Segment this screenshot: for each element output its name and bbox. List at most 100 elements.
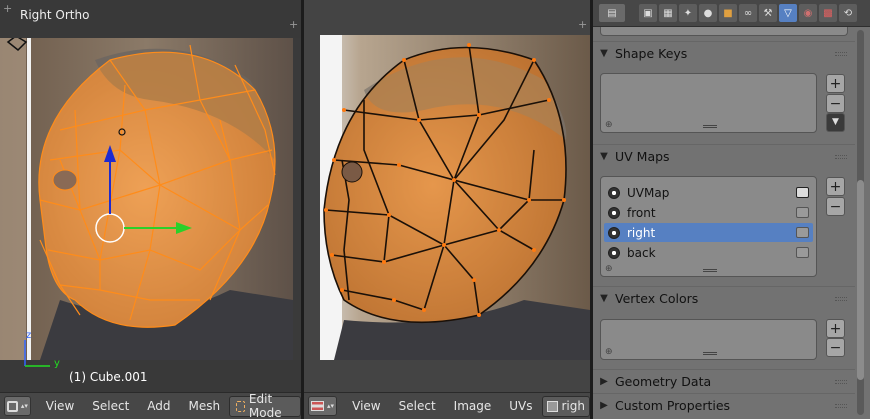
active-render-camera-icon[interactable] <box>796 247 809 258</box>
panel-drag-handle[interactable] <box>835 404 847 408</box>
remove-shape-key-button[interactable]: − <box>826 94 845 113</box>
menu-image[interactable]: Image <box>445 399 501 413</box>
panel-drag-handle[interactable] <box>835 380 847 384</box>
uv-map-icon <box>608 226 620 239</box>
active-render-camera-icon[interactable] <box>796 207 809 218</box>
properties-scrollbar-thumb[interactable] <box>857 180 864 380</box>
list-filter-icon[interactable]: ⊕ <box>605 120 613 130</box>
scene-icon[interactable]: ✦ <box>679 4 697 22</box>
shape-key-specials-button[interactable]: ▼ <box>826 113 845 132</box>
shape-keys-list[interactable]: ⊕ <box>600 73 817 133</box>
uv-map-name: right <box>627 225 656 240</box>
uv-maps-panel-header[interactable]: ▼ UV Maps <box>593 144 855 168</box>
uv-editor-header: ▴▾ View Select Image UVs righ <box>304 392 590 419</box>
uv-map-icon <box>608 186 620 199</box>
image-editor-icon <box>311 401 325 411</box>
axis-z-label: z <box>26 330 32 341</box>
region-corner-icon[interactable]: + <box>578 18 587 31</box>
list-filter-icon[interactable]: ⊕ <box>605 347 613 357</box>
uv-map-field: righ <box>561 399 586 413</box>
uv-map-item[interactable]: front <box>604 203 813 222</box>
collapse-triangle-icon: ▶ <box>600 376 608 387</box>
menu-select[interactable]: Select <box>83 399 138 413</box>
blender-window: { "viewport3d": { "title": "Right Ortho"… <box>0 0 870 419</box>
menu-select[interactable]: Select <box>390 399 445 413</box>
uv-maps-title: UV Maps <box>615 149 670 164</box>
add-vertex-color-button[interactable]: + <box>826 319 845 338</box>
uv-image-editor[interactable]: + <box>304 0 590 392</box>
add-uv-map-button[interactable]: + <box>826 177 845 196</box>
menu-view[interactable]: View <box>37 399 83 413</box>
uv-maps-list[interactable]: UVMap front right back ⊕ <box>600 176 817 277</box>
material-icon[interactable]: ◉ <box>799 4 817 22</box>
menu-view[interactable]: View <box>343 399 389 413</box>
uv-map-icon <box>608 206 620 219</box>
uv-map-icon <box>608 246 620 259</box>
menu-uvs[interactable]: UVs <box>500 399 541 413</box>
editor-type-selector[interactable]: ▴▾ <box>308 396 338 416</box>
menu-add[interactable]: Add <box>138 399 179 413</box>
mode-selector[interactable]: Edit Mode <box>229 392 301 419</box>
edit-mode-icon <box>236 400 245 412</box>
region-corner-icon[interactable]: + <box>289 18 298 31</box>
add-shape-key-button[interactable]: + <box>826 74 845 93</box>
cube-icon <box>6 400 18 412</box>
object-icon[interactable]: ■ <box>719 4 737 22</box>
render-layers-icon[interactable]: ▦ <box>659 4 677 22</box>
texture-icon[interactable]: ▩ <box>819 4 837 22</box>
geometry-data-title: Geometry Data <box>615 374 712 389</box>
constraints-icon[interactable]: ∞ <box>739 4 757 22</box>
uv-map-item[interactable]: right <box>604 223 813 242</box>
chevron-updown-icon: ▴▾ <box>20 402 28 410</box>
properties-header: ▤ ▣ ▦ ✦ ● ■ ∞ ⚒ ▽ ◉ ▩ ⟲ <box>593 0 870 27</box>
list-resize-grip[interactable] <box>703 125 717 128</box>
active-object-label: (1) Cube.001 <box>69 370 148 384</box>
list-resize-grip[interactable] <box>703 352 717 355</box>
vertex-colors-title: Vertex Colors <box>615 291 699 306</box>
custom-properties-panel-header[interactable]: ▶ Custom Properties <box>593 393 855 417</box>
shape-keys-panel-header[interactable]: ▼ Shape Keys <box>593 41 855 65</box>
collapse-triangle-icon: ▶ <box>600 400 608 411</box>
remove-vertex-color-button[interactable]: − <box>826 338 845 357</box>
3d-viewport[interactable]: Right Ortho + + z y (1) Cube.001 <box>0 0 301 392</box>
expand-triangle-icon: ▼ <box>600 293 608 304</box>
uv-editor-canvas <box>304 35 590 392</box>
panel-drag-handle[interactable] <box>835 52 847 56</box>
vertex-colors-panel-header[interactable]: ▼ Vertex Colors <box>593 286 855 310</box>
physics-icon[interactable]: ⟲ <box>839 4 857 22</box>
editor-type-selector[interactable]: ▤ <box>599 4 625 22</box>
uv-map-item[interactable]: back <box>604 243 813 262</box>
3d-viewport-header: ▴▾ View Select Add Mesh Edit Mode <box>0 392 301 419</box>
editor-type-selector[interactable]: ▴▾ <box>4 396 31 416</box>
render-icon[interactable]: ▣ <box>639 4 657 22</box>
list-resize-grip[interactable] <box>703 269 717 272</box>
uv-map-item[interactable]: UVMap <box>604 183 813 202</box>
panel-drag-handle[interactable] <box>835 297 847 301</box>
vertex-colors-list[interactable]: ⊕ <box>600 319 817 360</box>
panel-drag-handle[interactable] <box>835 155 847 159</box>
geometry-data-panel-header[interactable]: ▶ Geometry Data <box>593 369 855 393</box>
menu-mesh[interactable]: Mesh <box>180 399 230 413</box>
mode-label: Edit Mode <box>248 392 282 419</box>
modifiers-icon[interactable]: ⚒ <box>759 4 777 22</box>
viewport-scene <box>0 0 301 367</box>
expand-triangle-icon: ▼ <box>600 151 608 162</box>
uv-map-icon <box>546 400 558 412</box>
properties-editor: ▤ ▣ ▦ ✦ ● ■ ∞ ⚒ ▽ ◉ ▩ ⟲ ▼ Shape Keys ⊕ +… <box>593 0 870 419</box>
data-icon[interactable]: ▽ <box>779 4 797 22</box>
remove-uv-map-button[interactable]: − <box>826 197 845 216</box>
active-render-camera-icon[interactable] <box>796 227 809 238</box>
properties-content: ▼ Shape Keys ⊕ + − ▼ ▼ UV Maps UVMap fro… <box>593 27 855 419</box>
shape-keys-title: Shape Keys <box>615 46 688 61</box>
axis-y-label: y <box>54 358 60 369</box>
uv-map-name: UVMap <box>627 185 670 200</box>
custom-properties-title: Custom Properties <box>615 398 731 413</box>
world-icon[interactable]: ● <box>699 4 717 22</box>
uv-map-selector[interactable]: righ <box>541 395 590 417</box>
uv-map-name: back <box>627 245 656 260</box>
region-corner-icon[interactable]: + <box>3 2 12 15</box>
uv-map-name: front <box>627 205 656 220</box>
chevron-updown-icon: ▴▾ <box>327 402 335 410</box>
list-filter-icon[interactable]: ⊕ <box>605 264 613 274</box>
active-render-camera-icon[interactable] <box>796 187 809 198</box>
